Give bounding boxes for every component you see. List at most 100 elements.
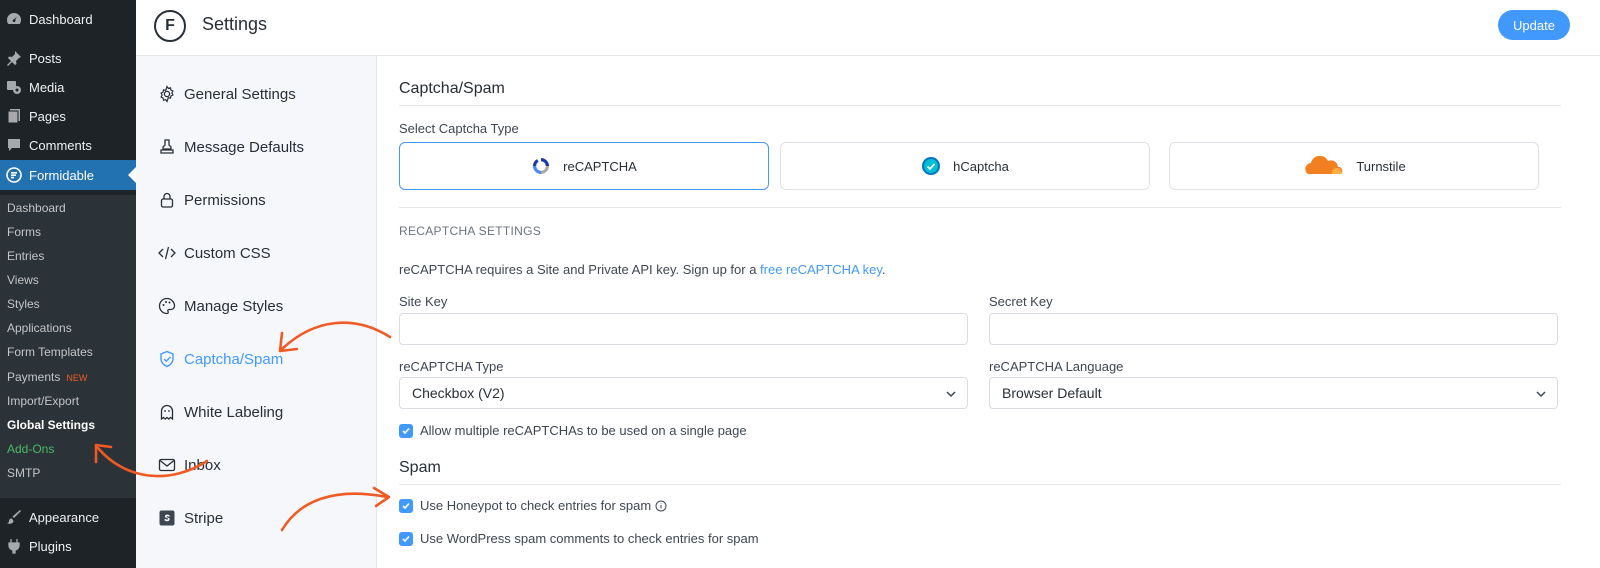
settings-nav: General Settings Message Defaults Permis…	[136, 56, 377, 568]
submenu-item-global-settings[interactable]: Global Settings	[7, 415, 95, 435]
recaptcha-icon	[531, 156, 551, 176]
checkbox-label: Allow multiple reCAPTCHAs to be used on …	[420, 423, 747, 438]
captcha-option-turnstile[interactable]: Turnstile	[1169, 142, 1539, 190]
recaptcha-info-text: reCAPTCHA requires a Site and Private AP…	[399, 262, 886, 277]
update-button[interactable]: Update	[1498, 10, 1570, 40]
wp-menu-label: Formidable	[29, 167, 95, 183]
checkbox-label: Use WordPress spam comments to check ent…	[420, 531, 759, 546]
captcha-option-hcaptcha[interactable]: hCaptcha	[780, 142, 1150, 190]
spam-section-title: Spam	[399, 459, 441, 476]
wp-menu-appearance[interactable]: Appearance	[0, 502, 136, 532]
formidable-logo: F	[154, 10, 186, 42]
ghost-icon	[158, 403, 176, 421]
submenu-item-payments[interactable]: Payments NEW	[7, 367, 87, 387]
info-icon[interactable]	[655, 500, 667, 512]
free-recaptcha-key-link[interactable]: free reCAPTCHA key	[760, 262, 882, 277]
new-badge: NEW	[66, 373, 88, 383]
wp-menu-plugins[interactable]: Plugins	[0, 531, 136, 561]
cloudflare-icon	[1302, 156, 1344, 176]
nav-item-white-labeling[interactable]: White Labeling	[158, 400, 283, 424]
submenu-item-views[interactable]: Views	[7, 270, 39, 290]
nav-item-inbox[interactable]: Inbox	[158, 453, 221, 477]
wp-menu-media[interactable]: Media	[0, 72, 136, 102]
formidable-icon	[6, 167, 22, 183]
wp-menu-pages[interactable]: Pages	[0, 101, 136, 131]
wp-menu-label: Pages	[29, 108, 66, 124]
wp-menu-label: Dashboard	[29, 11, 93, 27]
submenu-item-applications[interactable]: Applications	[7, 318, 72, 338]
nav-item-custom-css[interactable]: Custom CSS	[158, 241, 271, 265]
submenu-item-add-ons[interactable]: Add-Ons	[7, 439, 54, 459]
recaptcha-type-select[interactable]: Checkbox (V2)	[399, 377, 968, 409]
recaptcha-language-select[interactable]: Browser Default	[989, 377, 1558, 409]
section-title: Captcha/Spam	[399, 80, 505, 97]
plug-icon	[6, 538, 22, 554]
nav-label: Permissions	[184, 191, 266, 209]
captcha-option-recaptcha[interactable]: reCAPTCHA	[399, 142, 769, 190]
nav-item-captcha-spam[interactable]: Captcha/Spam	[158, 347, 283, 371]
stripe-icon	[158, 509, 176, 527]
secret-key-input[interactable]	[989, 313, 1558, 345]
wp-menu-dashboard[interactable]: Dashboard	[0, 4, 136, 34]
allow-multiple-recaptchas-option[interactable]: Allow multiple reCAPTCHAs to be used on …	[399, 423, 747, 438]
hcaptcha-icon	[921, 156, 941, 176]
submenu-item-entries[interactable]: Entries	[7, 246, 44, 266]
checkbox-checked[interactable]	[399, 423, 413, 438]
nav-item-stripe[interactable]: Stripe	[158, 506, 223, 530]
nav-label: Message Defaults	[184, 138, 305, 156]
envelope-icon	[158, 456, 176, 474]
checkbox-checked[interactable]	[399, 531, 413, 546]
captcha-option-label: reCAPTCHA	[563, 158, 637, 174]
formidable-submenu: Dashboard Forms Entries Views Styles App…	[0, 195, 136, 498]
nav-label: White Labeling	[184, 403, 284, 421]
submenu-label: Payments	[7, 370, 61, 384]
select-value: Browser Default	[1002, 385, 1102, 401]
code-icon	[158, 244, 176, 262]
site-key-input[interactable]	[399, 313, 968, 345]
pin-icon	[6, 50, 22, 66]
recaptcha-settings-heading: RECAPTCHA SETTINGS	[399, 224, 542, 238]
submenu-item-smtp[interactable]: SMTP	[7, 463, 40, 483]
wp-admin-sidebar: Dashboard Posts Media Pages Comments For…	[0, 0, 136, 568]
captcha-option-label: hCaptcha	[953, 158, 1009, 174]
submenu-item-dashboard[interactable]: Dashboard	[7, 198, 66, 218]
info-text: reCAPTCHA requires a Site and Private AP…	[399, 262, 761, 277]
wp-menu-label: Plugins	[29, 538, 72, 554]
nav-label: General Settings	[184, 85, 296, 103]
shield-check-icon	[158, 350, 176, 368]
chevron-down-icon	[945, 387, 957, 403]
captcha-type-label: Select Captcha Type	[399, 121, 519, 136]
settings-header: F Settings Update	[136, 0, 1600, 56]
divider	[399, 207, 1561, 208]
dashboard-icon	[6, 11, 22, 27]
submenu-item-form-templates[interactable]: Form Templates	[7, 342, 93, 362]
wp-spam-comments-option[interactable]: Use WordPress spam comments to check ent…	[399, 531, 759, 546]
secret-key-label: Secret Key	[989, 294, 1053, 309]
checkbox-checked[interactable]	[399, 498, 413, 513]
nav-item-general-settings[interactable]: General Settings	[158, 82, 296, 106]
page-title: Settings	[202, 14, 268, 34]
gear-icon	[158, 85, 176, 103]
honeypot-option[interactable]: Use Honeypot to check entries for spam	[399, 498, 667, 513]
submenu-item-forms[interactable]: Forms	[7, 222, 41, 242]
nav-item-permissions[interactable]: Permissions	[158, 188, 266, 212]
submenu-item-styles[interactable]: Styles	[7, 294, 40, 314]
select-value: Checkbox (V2)	[412, 385, 505, 401]
captcha-option-label: Turnstile	[1356, 158, 1406, 174]
wp-menu-comments[interactable]: Comments	[0, 130, 136, 160]
nav-item-message-defaults[interactable]: Message Defaults	[158, 135, 304, 159]
wp-menu-formidable[interactable]: Formidable	[0, 160, 136, 190]
submenu-item-import-export[interactable]: Import/Export	[7, 391, 79, 411]
recaptcha-type-label: reCAPTCHA Type	[399, 359, 504, 374]
nav-label: Captcha/Spam	[184, 350, 284, 368]
media-icon	[6, 79, 22, 95]
wp-menu-label: Posts	[29, 50, 62, 66]
nav-item-manage-styles[interactable]: Manage Styles	[158, 294, 283, 318]
pages-icon	[6, 108, 22, 124]
wp-menu-label: Appearance	[29, 509, 100, 525]
recaptcha-language-label: reCAPTCHA Language	[989, 359, 1124, 374]
comments-icon	[6, 137, 22, 153]
wp-menu-posts[interactable]: Posts	[0, 43, 136, 73]
nav-label: Custom CSS	[184, 244, 271, 262]
divider	[399, 484, 1561, 485]
